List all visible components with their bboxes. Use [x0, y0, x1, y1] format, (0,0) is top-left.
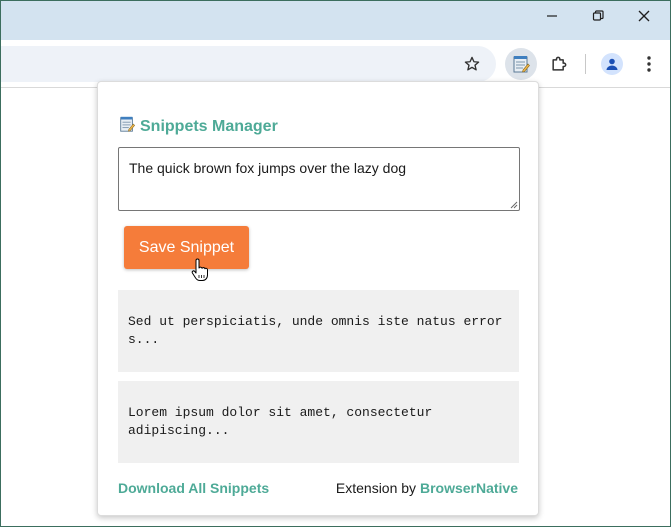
- snippet-card[interactable]: Lorem ipsum dolor sit amet, consectetur …: [118, 381, 519, 463]
- save-snippet-button[interactable]: Save Snippet: [124, 226, 249, 269]
- browser-titlebar: [0, 0, 671, 40]
- credit-prefix: Extension by: [335, 480, 417, 496]
- star-icon[interactable]: [456, 48, 488, 80]
- popup-title-text: Snippets Manager: [140, 117, 278, 135]
- toolbar-divider: [585, 54, 586, 74]
- download-all-link[interactable]: Download All Snippets: [118, 480, 269, 496]
- person-icon[interactable]: [596, 48, 628, 80]
- snippet-input[interactable]: The quick brown fox jumps over the lazy …: [118, 147, 520, 211]
- browsernative-link[interactable]: BrowserNative: [420, 480, 518, 496]
- notepad-icon[interactable]: [505, 48, 537, 80]
- notepad-icon: [118, 115, 136, 138]
- minimize-icon[interactable]: [529, 0, 575, 32]
- popup-title: Snippets Manager: [118, 115, 278, 138]
- resize-grip-icon[interactable]: [510, 201, 518, 209]
- puzzle-icon[interactable]: [543, 48, 575, 80]
- footer-credit: Extension by BrowserNative: [336, 480, 518, 496]
- close-icon[interactable]: [621, 0, 667, 32]
- kebab-menu-icon[interactable]: [633, 48, 665, 80]
- restore-icon[interactable]: [575, 0, 621, 32]
- snippet-card[interactable]: Sed ut perspiciatis, unde omnis iste nat…: [118, 290, 519, 372]
- hand-cursor-icon: [191, 258, 208, 281]
- extension-popup: Snippets Manager The quick brown fox jum…: [97, 81, 539, 516]
- address-bar[interactable]: [0, 46, 496, 82]
